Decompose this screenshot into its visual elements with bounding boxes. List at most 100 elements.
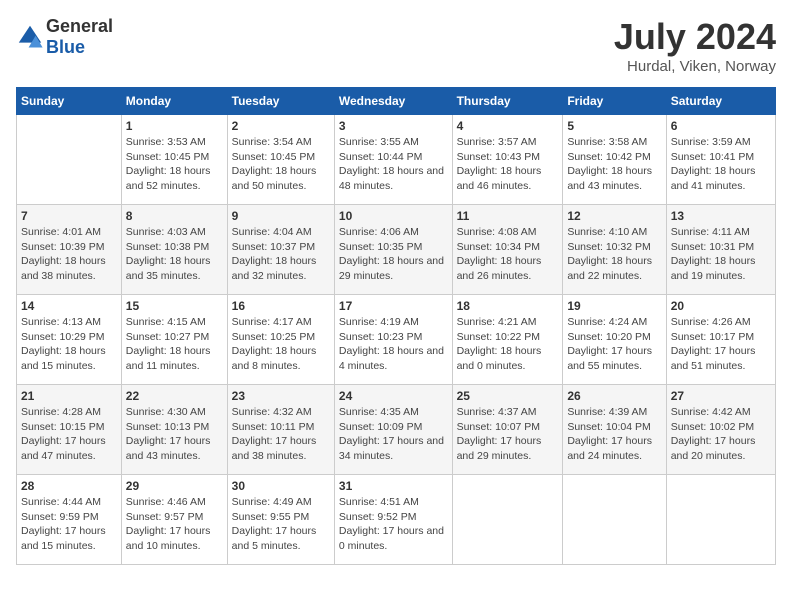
calendar-cell: 29Sunrise: 4:46 AMSunset: 9:57 PMDayligh… xyxy=(121,475,227,565)
logo-text-blue: Blue xyxy=(46,37,85,57)
cell-line: Sunset: 10:15 PM xyxy=(21,420,117,435)
day-number: 18 xyxy=(457,299,559,313)
cell-line: Daylight: 17 hours and 34 minutes. xyxy=(339,434,448,463)
cell-line: Daylight: 18 hours and 46 minutes. xyxy=(457,164,559,193)
header-day-wednesday: Wednesday xyxy=(334,88,452,115)
cell-line: Sunset: 10:11 PM xyxy=(232,420,330,435)
cell-line: Sunset: 9:59 PM xyxy=(21,510,117,525)
cell-content: Sunrise: 4:26 AMSunset: 10:17 PMDaylight… xyxy=(671,315,771,374)
day-number: 27 xyxy=(671,389,771,403)
calendar-cell: 17Sunrise: 4:19 AMSunset: 10:23 PMDaylig… xyxy=(334,295,452,385)
cell-line: Sunrise: 4:17 AM xyxy=(232,315,330,330)
cell-line: Sunset: 10:02 PM xyxy=(671,420,771,435)
calendar-cell: 31Sunrise: 4:51 AMSunset: 9:52 PMDayligh… xyxy=(334,475,452,565)
day-number: 15 xyxy=(126,299,223,313)
cell-content: Sunrise: 4:06 AMSunset: 10:35 PMDaylight… xyxy=(339,225,448,284)
cell-line: Sunrise: 3:59 AM xyxy=(671,135,771,150)
cell-line: Daylight: 18 hours and 35 minutes. xyxy=(126,254,223,283)
cell-line: Daylight: 18 hours and 8 minutes. xyxy=(232,344,330,373)
cell-line: Daylight: 18 hours and 11 minutes. xyxy=(126,344,223,373)
week-row-2: 7Sunrise: 4:01 AMSunset: 10:39 PMDayligh… xyxy=(17,205,776,295)
cell-line: Sunset: 10:32 PM xyxy=(567,240,661,255)
logo: General Blue xyxy=(16,16,113,58)
header-day-monday: Monday xyxy=(121,88,227,115)
cell-line: Daylight: 17 hours and 24 minutes. xyxy=(567,434,661,463)
cell-content: Sunrise: 3:54 AMSunset: 10:45 PMDaylight… xyxy=(232,135,330,194)
cell-line: Sunrise: 4:13 AM xyxy=(21,315,117,330)
calendar-cell: 5Sunrise: 3:58 AMSunset: 10:42 PMDayligh… xyxy=(563,115,666,205)
cell-line: Sunrise: 4:32 AM xyxy=(232,405,330,420)
cell-line: Sunrise: 4:19 AM xyxy=(339,315,448,330)
day-number: 14 xyxy=(21,299,117,313)
cell-line: Daylight: 17 hours and 51 minutes. xyxy=(671,344,771,373)
cell-line: Daylight: 18 hours and 41 minutes. xyxy=(671,164,771,193)
cell-line: Sunrise: 4:01 AM xyxy=(21,225,117,240)
cell-line: Sunset: 9:52 PM xyxy=(339,510,448,525)
cell-content: Sunrise: 4:42 AMSunset: 10:02 PMDaylight… xyxy=(671,405,771,464)
cell-line: Sunrise: 4:30 AM xyxy=(126,405,223,420)
calendar-cell: 16 Sunrise: 4:17 AMSunset: 10:25 PMDaylig… xyxy=(227,295,334,385)
day-number: 23 xyxy=(232,389,330,403)
calendar-cell: 2 Sunrise: 3:54 AMSunset: 10:45 PMDayligh… xyxy=(227,115,334,205)
cell-line: Daylight: 17 hours and 15 minutes. xyxy=(21,524,117,553)
calendar-cell: 4Sunrise: 3:57 AMSunset: 10:43 PMDayligh… xyxy=(452,115,563,205)
cell-line: Daylight: 18 hours and 32 minutes. xyxy=(232,254,330,283)
cell-line: Sunset: 10:44 PM xyxy=(339,150,448,165)
cell-line: Daylight: 18 hours and 52 minutes. xyxy=(126,164,223,193)
cell-line: Sunrise: 4:37 AM xyxy=(457,405,559,420)
cell-content: Sunrise: 4:24 AMSunset: 10:20 PMDaylight… xyxy=(567,315,661,374)
cell-line: Sunset: 10:27 PM xyxy=(126,330,223,345)
day-number: 17 xyxy=(339,299,448,313)
cell-line: Sunset: 10:04 PM xyxy=(567,420,661,435)
cell-line: Sunrise: 4:46 AM xyxy=(126,495,223,510)
calendar-cell: 13Sunrise: 4:11 AMSunset: 10:31 PMDaylig… xyxy=(666,205,775,295)
cell-line: Sunset: 10:45 PM xyxy=(126,150,223,165)
day-number: 12 xyxy=(567,209,661,223)
cell-line: Daylight: 18 hours and 22 minutes. xyxy=(567,254,661,283)
cell-content: Sunrise: 4:10 AMSunset: 10:32 PMDaylight… xyxy=(567,225,661,284)
calendar-cell xyxy=(452,475,563,565)
cell-content: Sunrise: 4:17 AMSunset: 10:25 PMDaylight… xyxy=(232,315,330,374)
page-header: General Blue July 2024 Hurdal, Viken, No… xyxy=(16,16,776,75)
day-number: 8 xyxy=(126,209,223,223)
cell-content: Sunrise: 3:59 AMSunset: 10:41 PMDaylight… xyxy=(671,135,771,194)
cell-line: Sunrise: 4:39 AM xyxy=(567,405,661,420)
cell-line: Sunset: 10:20 PM xyxy=(567,330,661,345)
calendar-cell: 11Sunrise: 4:08 AMSunset: 10:34 PMDaylig… xyxy=(452,205,563,295)
cell-line: Sunrise: 4:08 AM xyxy=(457,225,559,240)
calendar-header: SundayMondayTuesdayWednesdayThursdayFrid… xyxy=(17,88,776,115)
day-number: 26 xyxy=(567,389,661,403)
header-day-friday: Friday xyxy=(563,88,666,115)
calendar-cell: 23 Sunrise: 4:32 AMSunset: 10:11 PMDaylig… xyxy=(227,385,334,475)
cell-content: Sunrise: 3:53 AMSunset: 10:45 PMDaylight… xyxy=(126,135,223,194)
cell-content: Sunrise: 4:28 AMSunset: 10:15 PMDaylight… xyxy=(21,405,117,464)
cell-line: Sunrise: 4:10 AM xyxy=(567,225,661,240)
cell-line: Sunset: 9:55 PM xyxy=(232,510,330,525)
cell-line: Sunset: 10:09 PM xyxy=(339,420,448,435)
cell-content: Sunrise: 4:21 AMSunset: 10:22 PMDaylight… xyxy=(457,315,559,374)
day-number: 16 xyxy=(232,299,330,313)
cell-content: Sunrise: 4:04 AMSunset: 10:37 PMDaylight… xyxy=(232,225,330,284)
cell-line: Sunset: 10:45 PM xyxy=(232,150,330,165)
calendar-table: SundayMondayTuesdayWednesdayThursdayFrid… xyxy=(16,87,776,565)
calendar-body: 1Sunrise: 3:53 AMSunset: 10:45 PMDayligh… xyxy=(17,115,776,565)
cell-line: Daylight: 17 hours and 20 minutes. xyxy=(671,434,771,463)
day-number: 2 xyxy=(232,119,330,133)
cell-line: Daylight: 18 hours and 50 minutes. xyxy=(232,164,330,193)
header-day-saturday: Saturday xyxy=(666,88,775,115)
day-number: 29 xyxy=(126,479,223,493)
cell-line: Daylight: 18 hours and 48 minutes. xyxy=(339,164,448,193)
cell-line: Sunrise: 4:15 AM xyxy=(126,315,223,330)
calendar-cell: 10Sunrise: 4:06 AMSunset: 10:35 PMDaylig… xyxy=(334,205,452,295)
calendar-cell: 19Sunrise: 4:24 AMSunset: 10:20 PMDaylig… xyxy=(563,295,666,385)
cell-content: Sunrise: 4:32 AMSunset: 10:11 PMDaylight… xyxy=(232,405,330,464)
cell-line: Sunset: 10:43 PM xyxy=(457,150,559,165)
calendar-cell: 3Sunrise: 3:55 AMSunset: 10:44 PMDayligh… xyxy=(334,115,452,205)
logo-text-general: General xyxy=(46,16,113,36)
cell-line: Sunrise: 4:24 AM xyxy=(567,315,661,330)
cell-line: Sunrise: 3:55 AM xyxy=(339,135,448,150)
cell-line: Daylight: 17 hours and 47 minutes. xyxy=(21,434,117,463)
cell-content: Sunrise: 4:51 AMSunset: 9:52 PMDaylight:… xyxy=(339,495,448,554)
calendar-cell: 25Sunrise: 4:37 AMSunset: 10:07 PMDaylig… xyxy=(452,385,563,475)
calendar-cell: 20Sunrise: 4:26 AMSunset: 10:17 PMDaylig… xyxy=(666,295,775,385)
